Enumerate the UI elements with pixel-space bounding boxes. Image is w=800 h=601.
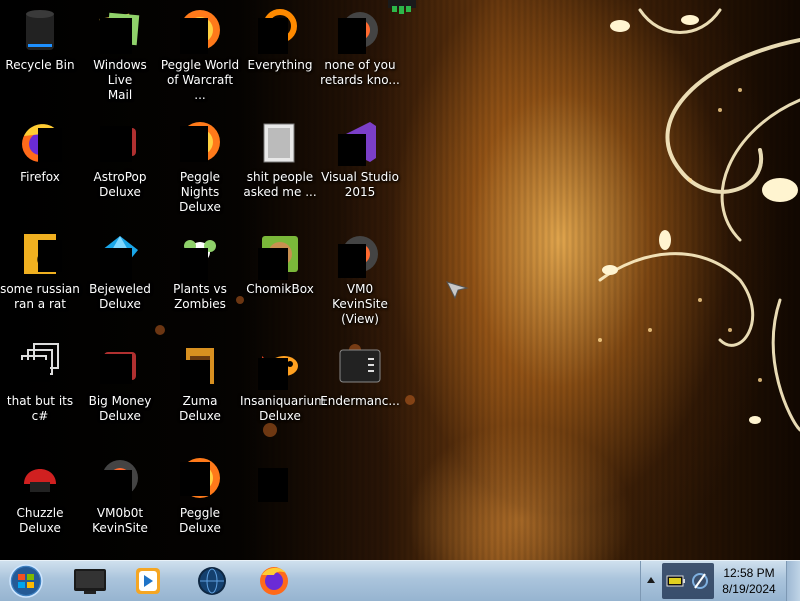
desktop-icon-label: Bejeweled Deluxe — [89, 282, 151, 311]
recycle-bin-icon — [26, 10, 54, 50]
redaction-block — [38, 128, 62, 162]
desktop-icon-label: some russian ran a rat — [0, 282, 80, 311]
desktop-icon[interactable]: Recycle Bin — [0, 0, 80, 100]
desktop-icon[interactable]: Firefox — [0, 112, 80, 212]
desktop-icon[interactable]: esome russian ran a rat — [0, 224, 80, 324]
mouse-cursor-icon — [446, 281, 469, 300]
redaction-block — [100, 248, 132, 282]
redaction-block — [258, 18, 288, 54]
redaction-block — [38, 240, 62, 272]
desktop-icon-label: Big Money Deluxe — [88, 394, 152, 423]
redaction-block — [100, 126, 132, 162]
desktop-icon-label: Insaniquarium Deluxe — [240, 394, 326, 423]
redaction-block — [180, 462, 210, 496]
desktop-icon-label: Peggle Deluxe — [179, 506, 221, 535]
redaction-block — [100, 18, 132, 54]
redaction-block — [180, 248, 208, 282]
battery-icon[interactable] — [666, 571, 686, 591]
redaction-block — [338, 244, 366, 278]
desktop-icon-label: Peggle World of Warcraft ... — [160, 58, 240, 102]
monitor-app-icon[interactable] — [62, 563, 118, 599]
desktop-icon-label: ChomikBox — [246, 282, 314, 296]
desktop-icon-label: Zuma Deluxe — [179, 394, 221, 423]
desktop-icon-label: shit people asked me ... — [243, 170, 317, 199]
desktop-icon-label: Recycle Bin — [5, 58, 75, 72]
tray-separator — [640, 561, 641, 601]
redaction-block — [338, 134, 366, 166]
redaction-block — [100, 354, 132, 384]
desktop-icon-label: VM0 KevinSite (View) — [332, 282, 388, 326]
taskbar: 12:58 PM 8/19/2024 — [0, 560, 800, 601]
redaction-block — [180, 360, 210, 390]
desktop-icon-label: Endermanc... — [320, 394, 400, 408]
terminal-icon — [339, 349, 381, 383]
desktop-icon-label: Windows Live Mail — [93, 58, 147, 102]
redaction-block — [258, 468, 288, 502]
desktop-icon-label: AstroPop Deluxe — [93, 170, 147, 199]
show-hidden-icons-chevron[interactable] — [644, 573, 658, 587]
desktop-icon-label: none of you retards kno... — [320, 58, 400, 87]
desktop-icon-label: Visual Studio 2015 — [321, 170, 399, 199]
firefox-icon[interactable] — [246, 563, 302, 599]
redaction-block — [258, 358, 288, 390]
desktop-icon-label: Chuzzle Deluxe — [16, 506, 64, 535]
desktop-icon-label: Firefox — [20, 170, 60, 184]
desktop-icon-label: Everything — [247, 58, 313, 72]
globe-app-icon[interactable] — [184, 563, 240, 599]
redaction-block — [18, 360, 50, 382]
chuzzle-icon — [24, 469, 56, 492]
desktop-icon-label: VM0b0t KevinSite — [92, 506, 148, 535]
desktop-icon[interactable]: Chuzzle Deluxe — [0, 448, 80, 548]
clock-time: 12:58 PM — [723, 566, 775, 580]
notification-area — [662, 563, 714, 599]
desktop-icon-label: that but its c# — [6, 394, 74, 423]
redaction-block — [180, 18, 208, 54]
folder-icon — [263, 123, 295, 163]
desktop-icon[interactable]: Endermanc... — [320, 336, 400, 436]
redaction-block — [180, 126, 208, 162]
windows-start-icon[interactable] — [3, 562, 49, 600]
redaction-block — [258, 248, 288, 280]
clock-date: 8/19/2024 — [722, 582, 776, 596]
desktop-icon[interactable]: that but its c# — [0, 336, 80, 436]
desktop-background: Recycle Bin Windows Live Mail Peggle World… — [0, 0, 800, 560]
network-icon[interactable] — [690, 569, 710, 593]
desktop-icon[interactable]: Big Money Deluxe — [80, 336, 160, 436]
desktop-icon-label: Plants vs Zombies — [173, 282, 227, 311]
redaction-block — [100, 470, 132, 500]
media-player-icon[interactable] — [120, 563, 176, 599]
system-clock[interactable]: 12:58 PM 8/19/2024 — [716, 565, 782, 597]
redaction-block — [338, 18, 366, 54]
show-desktop-button[interactable] — [786, 561, 800, 601]
desktop-icon[interactable]: shit people asked me ... — [240, 112, 320, 212]
desktop-icon-label: Peggle Nights Deluxe — [179, 170, 221, 214]
